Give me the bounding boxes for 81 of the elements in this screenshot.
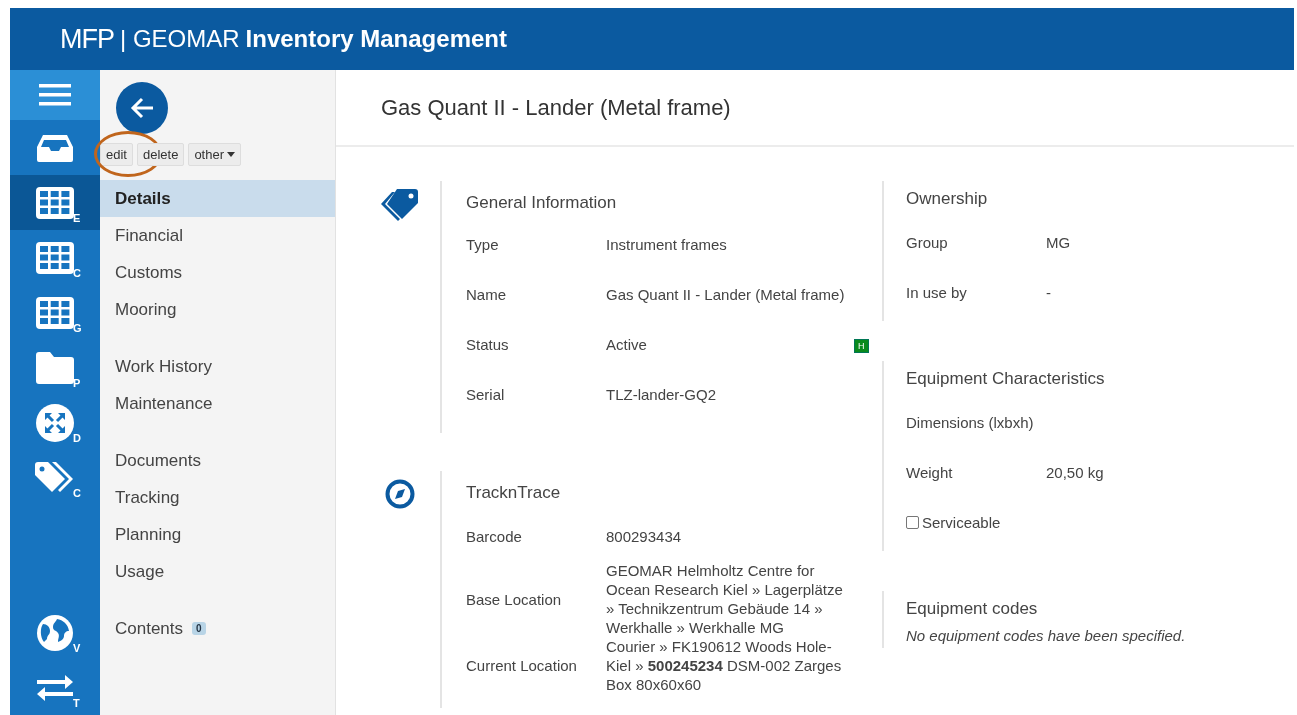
field-label: Name <box>466 285 507 303</box>
count-badge: 0 <box>192 622 206 635</box>
inbox-icon <box>37 133 73 162</box>
action-button[interactable]: edit <box>100 143 133 166</box>
field-label: In use by <box>906 283 968 301</box>
sidebar-letter: C <box>73 487 81 499</box>
field-label: Serial <box>466 385 506 403</box>
status-badge: H <box>854 339 869 353</box>
nav-item[interactable]: Details <box>100 180 335 217</box>
action-button[interactable]: delete <box>136 143 185 166</box>
field-value: 20,50 kg <box>1046 462 1105 482</box>
page-title: Gas Quant II - Lander (Metal frame) <box>381 94 731 121</box>
sidebar-item[interactable]: C <box>10 450 100 505</box>
grid-icon <box>36 296 74 329</box>
org-name: | GEOMAR <box>120 25 240 53</box>
nav-item[interactable]: Documents <box>100 442 335 479</box>
field-label: Base Location <box>466 590 563 608</box>
sidebar-item[interactable]: V <box>10 605 100 660</box>
nav-item[interactable]: Financial <box>100 217 335 254</box>
tags-icon <box>35 461 75 494</box>
folder-icon <box>36 351 74 384</box>
nav-item[interactable]: Maintenance <box>100 385 335 422</box>
nav-item[interactable]: Mooring <box>100 291 335 328</box>
nav-label: Contents <box>115 618 184 639</box>
field-value: TLZ-lander-GQ2 <box>606 384 718 404</box>
grid-icon <box>36 241 74 274</box>
sidebar-letter: P <box>73 377 81 389</box>
field-label: Type <box>466 235 500 253</box>
sidebar-letter: T <box>73 697 80 709</box>
sidebar-item[interactable]: P <box>10 340 100 395</box>
section-title: Equipment Characteristics <box>906 368 1106 390</box>
section-title: General Information <box>466 192 618 214</box>
field-value: Instrument frames <box>606 234 728 254</box>
app-title: Inventory Management <box>245 25 507 53</box>
field-value: 800293434 <box>606 526 683 546</box>
field-label: Group <box>906 233 949 251</box>
field-value: Courier » FK190612 Woods Hole-Kiel » 500245234 DSM-002 Zarges Box 80x60x60 <box>606 637 843 694</box>
empty-note: No equipment codes have been specified. <box>906 627 1187 644</box>
app-logo: MFP <box>60 23 114 55</box>
nav-item[interactable]: Planning <box>100 516 335 553</box>
field-label: Dimensions (lxbxh) <box>906 413 1035 431</box>
sidebar-letter: C <box>73 267 81 279</box>
sidebar-letter: D <box>73 432 81 444</box>
sidebar-item[interactable]: T <box>10 660 100 715</box>
field-label: Status <box>466 335 510 353</box>
sidebar-letter: G <box>73 322 82 334</box>
nav-item[interactable]: Customs <box>100 254 335 291</box>
arrow-left-icon <box>129 96 155 120</box>
field-label: Current Location <box>466 657 578 674</box>
checkbox-label: Serviceable <box>922 513 1001 531</box>
expand-circle-icon <box>36 403 74 442</box>
sidebar-item[interactable] <box>10 70 100 120</box>
sidebar-letter: E <box>73 212 81 224</box>
back-button[interactable] <box>116 82 168 134</box>
sidebar-item[interactable]: G <box>10 285 100 340</box>
nav-item[interactable]: Contents 0 <box>100 610 335 647</box>
checkbox[interactable] <box>906 515 919 529</box>
nav-item[interactable]: Work History <box>100 348 335 385</box>
field-label: Barcode <box>466 527 523 545</box>
swap-arrows-icon <box>37 673 73 702</box>
sidebar-item[interactable]: E <box>10 175 100 230</box>
sidebar-item[interactable]: C <box>10 230 100 285</box>
section-title: Equipment codes <box>906 598 1039 620</box>
section-title: Ownership <box>906 188 989 210</box>
tags-icon <box>381 189 419 221</box>
globe-icon <box>37 614 73 651</box>
action-button[interactable]: other <box>188 143 242 166</box>
field-value: - <box>1046 282 1052 302</box>
field-value: Active <box>606 334 648 354</box>
nav-item[interactable]: Usage <box>100 553 335 590</box>
field-label: Weight <box>906 463 954 481</box>
menu-icon <box>39 83 71 107</box>
field-value: GEOMAR Helmholtz Centre for Ocean Research Kiel » Lagerplätze » Technikzentrum Gebäude 14 » Werkhalle » Werkhalle MG <box>606 561 844 637</box>
compass-icon <box>385 479 415 509</box>
field-value: MG <box>1046 232 1072 252</box>
nav-item[interactable]: Tracking <box>100 479 335 516</box>
section-title: TracknTrace <box>466 482 562 504</box>
sidebar-letter: V <box>73 642 81 654</box>
grid-icon <box>36 186 74 219</box>
sidebar-item[interactable]: D <box>10 395 100 450</box>
field-value: Gas Quant II - Lander (Metal frame) <box>606 284 846 304</box>
